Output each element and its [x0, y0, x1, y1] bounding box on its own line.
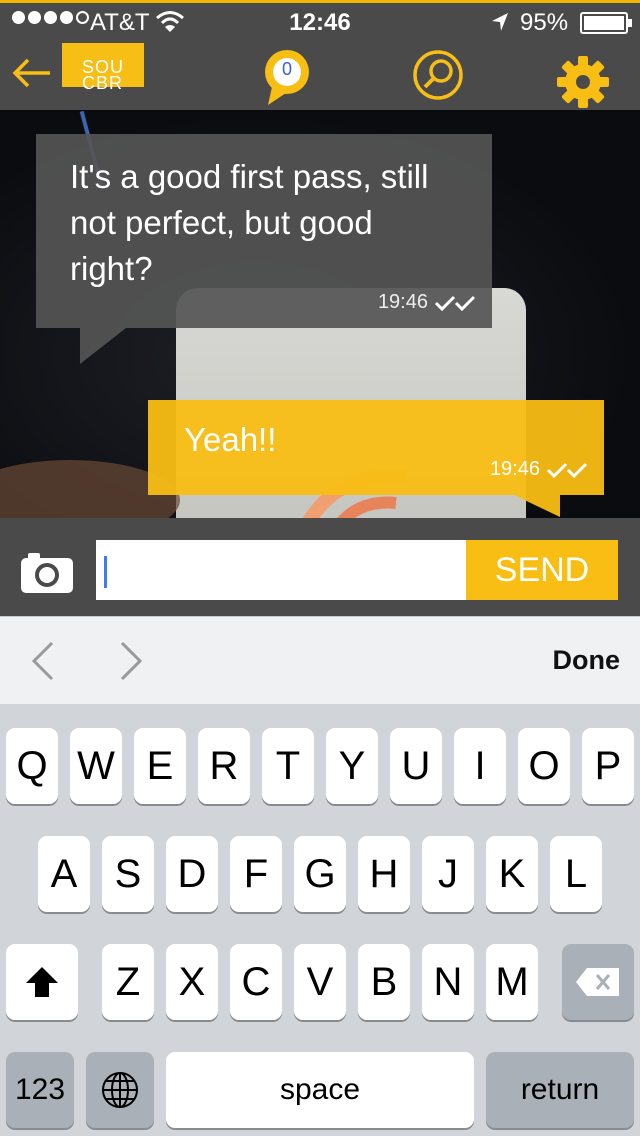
- key-u[interactable]: U: [390, 728, 442, 804]
- double-check-icon: [546, 462, 588, 478]
- shift-key[interactable]: [6, 944, 78, 1020]
- chat-count-button[interactable]: 0: [264, 47, 318, 109]
- key-y[interactable]: Y: [326, 728, 378, 804]
- shift-arrow-icon: [26, 967, 58, 997]
- key-p[interactable]: P: [582, 728, 634, 804]
- key-i[interactable]: I: [454, 728, 506, 804]
- message-time: 19:46: [489, 458, 540, 480]
- key-j[interactable]: J: [422, 836, 474, 912]
- double-check-icon: [434, 295, 476, 311]
- delete-key[interactable]: [562, 944, 634, 1020]
- incoming-message-bubble[interactable]: It's a good first pass, still not perfec…: [36, 134, 492, 364]
- chat-count-value: 0: [281, 59, 292, 79]
- battery-percentage: 95%: [520, 9, 569, 36]
- key-n[interactable]: N: [422, 944, 474, 1020]
- outgoing-message-bubble[interactable]: Yeah!! 19:46: [148, 400, 604, 517]
- key-l[interactable]: L: [550, 836, 602, 912]
- keyboard-accessory-bar: Done: [0, 616, 640, 704]
- globe-key[interactable]: [86, 1052, 154, 1128]
- key-w[interactable]: W: [70, 728, 122, 804]
- previous-field-icon[interactable]: [28, 639, 58, 683]
- backspace-icon: [576, 968, 619, 996]
- key-a[interactable]: A: [38, 836, 90, 912]
- return-key[interactable]: return: [486, 1052, 634, 1128]
- key-h[interactable]: H: [358, 836, 410, 912]
- key-g[interactable]: G: [294, 836, 346, 912]
- message-meta: 19:46: [378, 291, 478, 314]
- key-t[interactable]: T: [262, 728, 314, 804]
- key-o[interactable]: O: [518, 728, 570, 804]
- key-b[interactable]: B: [358, 944, 410, 1020]
- key-c[interactable]: C: [230, 944, 282, 1020]
- key-s[interactable]: S: [102, 836, 154, 912]
- message-text: It's a good first pass, still not perfec…: [70, 158, 429, 287]
- battery-icon: [580, 12, 632, 34]
- key-m[interactable]: M: [486, 944, 538, 1020]
- globe-icon: [102, 1072, 138, 1108]
- text-cursor: [104, 556, 107, 588]
- keyboard: Q W E R T Y U I O P A S D F G H J K L Z …: [0, 704, 640, 1136]
- send-button[interactable]: SEND: [466, 540, 618, 600]
- message-text: Yeah!!: [184, 421, 277, 458]
- key-k[interactable]: K: [486, 836, 538, 912]
- composer-bar: SEND: [0, 518, 640, 616]
- key-d[interactable]: D: [166, 836, 218, 912]
- status-bar: AT&T 12:46 95%: [0, 3, 640, 43]
- chat-area[interactable]: It's a good first pass, still not perfec…: [0, 110, 640, 518]
- message-meta: 19:46: [490, 458, 590, 481]
- space-key[interactable]: space: [166, 1052, 474, 1128]
- numbers-key[interactable]: 123: [6, 1052, 74, 1128]
- message-input[interactable]: [96, 540, 468, 600]
- done-button[interactable]: Done: [553, 645, 621, 676]
- next-field-icon[interactable]: [116, 639, 146, 683]
- camera-icon[interactable]: [20, 550, 74, 594]
- top-bar: AT&T 12:46 95% SOU CBR 0: [0, 0, 640, 110]
- key-z[interactable]: Z: [102, 944, 154, 1020]
- key-r[interactable]: R: [198, 728, 250, 804]
- gear-icon[interactable]: [556, 55, 610, 109]
- message-time: 19:46: [377, 291, 428, 313]
- key-f[interactable]: F: [230, 836, 282, 912]
- app-logo: SOU CBR: [62, 43, 144, 92]
- search-icon[interactable]: [412, 49, 464, 101]
- back-arrow-icon[interactable]: [10, 55, 54, 91]
- key-e[interactable]: E: [134, 728, 186, 804]
- location-arrow-icon: [492, 13, 508, 31]
- key-v[interactable]: V: [294, 944, 346, 1020]
- key-q[interactable]: Q: [6, 728, 58, 804]
- key-x[interactable]: X: [166, 944, 218, 1020]
